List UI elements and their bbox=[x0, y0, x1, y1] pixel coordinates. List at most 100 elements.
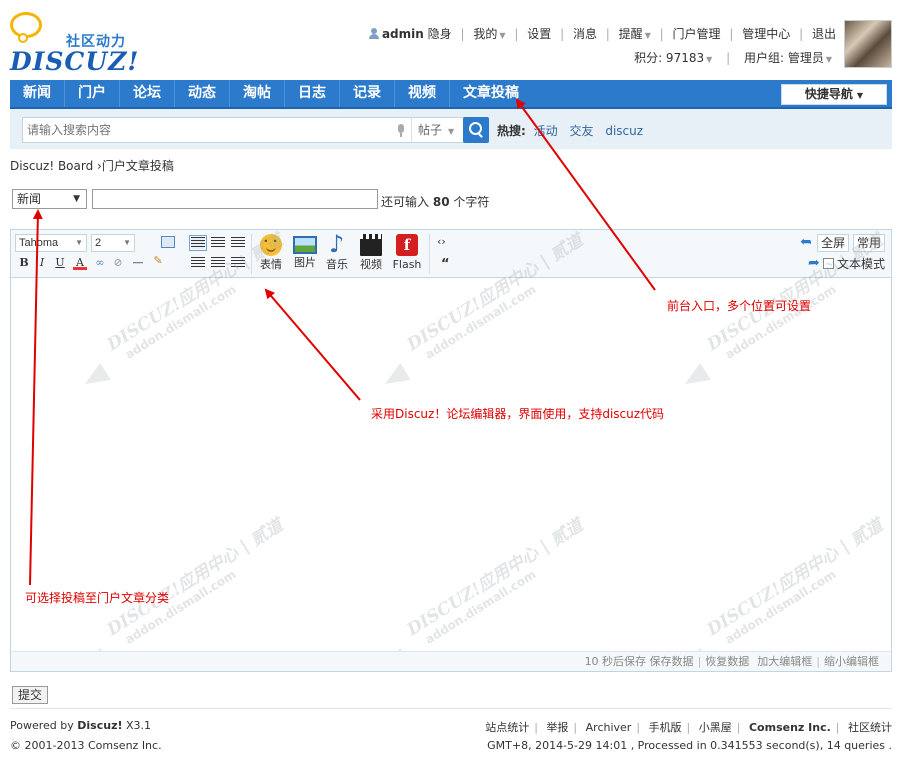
chevron-down-icon: ▼ bbox=[499, 31, 506, 40]
admin-center-link[interactable]: 管理中心 bbox=[742, 25, 790, 42]
unordered-list-icon[interactable] bbox=[231, 257, 245, 269]
video-button[interactable]: 视频 bbox=[353, 234, 389, 276]
site-header: 社区动力 DISCUZ! admin 隐身 | 我的 ▼ | 设置 | 消息 | … bbox=[10, 0, 892, 80]
restore-data-link[interactable]: 恢复数据 bbox=[705, 655, 749, 668]
settings-link[interactable]: 设置 bbox=[527, 25, 551, 42]
title-input[interactable] bbox=[92, 189, 378, 209]
submit-button[interactable]: 提交 bbox=[12, 686, 48, 704]
nav-item-blog[interactable]: 日志 bbox=[285, 80, 340, 107]
messages-link[interactable]: 消息 bbox=[573, 25, 597, 42]
user-stats: 积分: 97183 ▼ | 用户组: 管理员 ▼ bbox=[634, 51, 832, 65]
font-family-value: Tahoma bbox=[19, 237, 59, 249]
underline-icon[interactable]: U bbox=[53, 256, 67, 270]
annotation-category: 可选择投稿至门户文章分类 bbox=[25, 591, 170, 605]
ordered-list-icon[interactable] bbox=[211, 257, 225, 269]
hot-search-term[interactable]: discuz bbox=[605, 124, 643, 138]
nav-item-feed[interactable]: 动态 bbox=[175, 80, 230, 107]
annotation-editor: 采用Discuz！论坛编辑器，界面使用，支持discuz代码 bbox=[371, 407, 665, 421]
search-box: 帖子 ▼ bbox=[22, 117, 464, 143]
text-mode-label: 文本模式 bbox=[836, 257, 885, 271]
hot-search-term[interactable]: 活动 bbox=[534, 124, 558, 138]
shrink-editor-link[interactable]: 缩小编辑框 bbox=[824, 655, 879, 668]
font-family-select[interactable]: Tahoma ▼ bbox=[15, 234, 87, 252]
hot-search-term[interactable]: 交友 bbox=[569, 124, 593, 138]
align-left-icon[interactable] bbox=[189, 235, 207, 251]
flash-button[interactable]: Flash bbox=[387, 234, 427, 276]
italic-icon[interactable]: I bbox=[35, 256, 49, 270]
common-button[interactable]: 常用 bbox=[852, 234, 885, 252]
logout-link[interactable]: 退出 bbox=[812, 25, 836, 42]
search-bar: 帖子 ▼ 热搜: 活动 交友 discuz bbox=[10, 109, 892, 149]
nav-item-submit-article[interactable]: 文章投稿 bbox=[450, 80, 532, 107]
horizontal-rule-icon[interactable]: — bbox=[131, 256, 145, 270]
microphone-icon[interactable] bbox=[397, 124, 405, 137]
emoticon-label: 表情 bbox=[260, 258, 282, 271]
text-mode-checkbox[interactable] bbox=[822, 258, 834, 269]
align-center-icon[interactable] bbox=[211, 237, 225, 249]
music-button[interactable]: 音乐 bbox=[319, 230, 355, 276]
image-icon bbox=[293, 236, 317, 254]
editor-mode-controls: 全屏 常用 文本模式 bbox=[800, 234, 885, 273]
footer-link-community-stats[interactable]: 社区统计 bbox=[848, 721, 892, 734]
bold-icon[interactable]: B bbox=[17, 256, 31, 270]
autosave-link[interactable]: 10 秒后保存 保存数据 bbox=[585, 655, 694, 668]
username-link[interactable]: admin bbox=[382, 27, 424, 41]
unlink-icon[interactable]: ⊘ bbox=[111, 256, 125, 270]
category-value: 新闻 bbox=[17, 192, 42, 206]
site-logo[interactable]: 社区动力 DISCUZ! bbox=[10, 12, 150, 76]
footer-link-report[interactable]: 举报 bbox=[546, 721, 568, 734]
copyright: © 2001-2013 Comsenz Inc. bbox=[10, 739, 162, 752]
image-label: 图片 bbox=[294, 256, 316, 269]
align-right-icon[interactable] bbox=[231, 237, 245, 249]
logo-text: DISCUZ! bbox=[10, 47, 140, 76]
footer-link-site-stats[interactable]: 站点统计 bbox=[485, 721, 529, 734]
music-note-icon bbox=[326, 230, 348, 258]
avatar[interactable] bbox=[844, 20, 892, 68]
link-icon[interactable]: ∞ bbox=[93, 256, 107, 270]
points-link[interactable]: 积分: 97183 bbox=[634, 51, 704, 65]
search-type-select[interactable]: 帖子 ▼ bbox=[411, 118, 463, 142]
notifications-link[interactable]: 提醒 bbox=[619, 25, 643, 42]
nav-item-doing[interactable]: 记录 bbox=[340, 80, 395, 107]
nav-item-video[interactable]: 视频 bbox=[395, 80, 450, 107]
float-icon[interactable] bbox=[191, 257, 205, 269]
search-button[interactable] bbox=[463, 117, 489, 143]
image-button[interactable]: 图片 bbox=[287, 234, 323, 276]
user-group-link[interactable]: 用户组: 管理员 bbox=[744, 51, 824, 65]
nav-item-portal[interactable]: 门户 bbox=[65, 80, 120, 107]
invisible-link[interactable]: 隐身 bbox=[428, 25, 452, 42]
breadcrumb[interactable]: Discuz! Board ›门户文章投稿 bbox=[10, 157, 174, 174]
hot-searches: 热搜: 活动 交友 discuz bbox=[497, 122, 651, 139]
enlarge-editor-link[interactable]: 加大编辑框 bbox=[757, 655, 812, 668]
remove-format-icon[interactable]: ✎ bbox=[151, 254, 165, 268]
emoticon-button[interactable]: 表情 bbox=[253, 234, 289, 276]
quick-nav-button[interactable]: 快捷导航 ▼ bbox=[781, 84, 887, 105]
quote-icon[interactable]: “ bbox=[441, 257, 450, 272]
discuz-link[interactable]: Discuz! bbox=[77, 719, 122, 732]
user-icon bbox=[368, 28, 379, 39]
footer-link-mobile[interactable]: 手机版 bbox=[649, 721, 682, 734]
char-count-hint: 还可输入 80 个字符 bbox=[381, 195, 490, 209]
nav-item-news[interactable]: 新闻 bbox=[10, 80, 65, 107]
table-icon[interactable] bbox=[161, 236, 175, 248]
flash-icon bbox=[396, 234, 418, 256]
editor-toolbar: Tahoma▼ 2▼ B I U A ∞ ⊘ — ✎ 表情 图片 音乐 视频 F… bbox=[11, 230, 891, 278]
footer-link-archiver[interactable]: Archiver bbox=[586, 721, 632, 734]
smiley-icon bbox=[260, 234, 282, 256]
forward-arrow-icon[interactable] bbox=[808, 254, 822, 272]
nav-item-forum[interactable]: 论坛 bbox=[120, 80, 175, 107]
dropdown-arrow-icon: ▼ bbox=[123, 238, 131, 247]
back-arrow-icon[interactable] bbox=[800, 238, 814, 248]
my-menu-link[interactable]: 我的 bbox=[473, 25, 497, 42]
footer-link-comsenz[interactable]: Comsenz Inc. bbox=[749, 721, 831, 734]
chevron-down-icon: ▼ bbox=[448, 127, 455, 136]
font-color-icon[interactable]: A bbox=[73, 256, 87, 270]
nav-item-collection[interactable]: 淘帖 bbox=[230, 80, 285, 107]
search-input[interactable] bbox=[27, 121, 377, 139]
footer-link-blacklist[interactable]: 小黑屋 bbox=[699, 721, 732, 734]
portal-admin-link[interactable]: 门户管理 bbox=[673, 25, 721, 42]
fullscreen-button[interactable]: 全屏 bbox=[817, 234, 850, 252]
font-size-select[interactable]: 2 ▼ bbox=[91, 234, 135, 252]
code-icon[interactable]: ‹› bbox=[437, 235, 446, 248]
category-select[interactable]: 新闻 ▼ bbox=[12, 189, 87, 209]
